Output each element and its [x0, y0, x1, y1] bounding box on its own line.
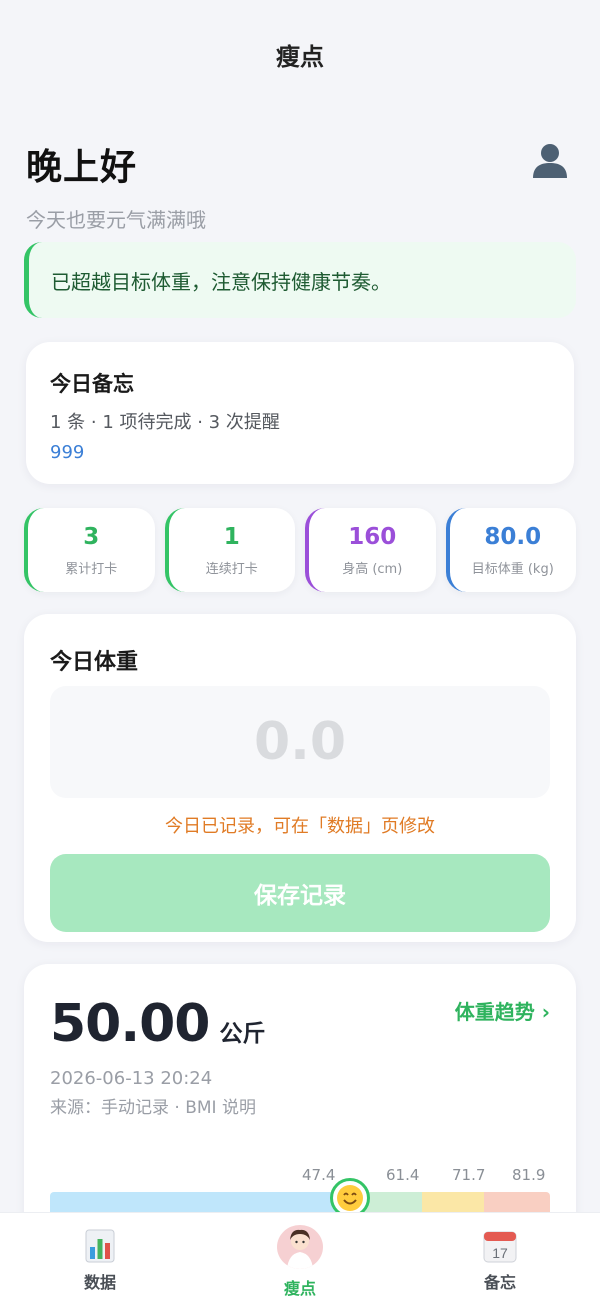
bmi-tick: 71.7	[452, 1166, 486, 1184]
stat-value: 1	[223, 523, 240, 550]
stat-label: 目标体重 (kg)	[471, 561, 554, 577]
goal-alert-banner: 已超越目标体重，注意保持健康节奏。	[24, 242, 576, 318]
bottom-tab-bar: 数据 瘦点 17 备忘	[0, 1212, 600, 1299]
tab-label: 数据	[83, 1273, 116, 1292]
tab-memo[interactable]: 17 备忘	[400, 1213, 600, 1299]
stat-value: 3	[83, 523, 100, 550]
latest-source: 来源：手动记录 · BMI 说明	[50, 1098, 256, 1118]
stat-label: 身高 (cm)	[342, 561, 403, 577]
greeting-title: 晚上好	[26, 147, 138, 188]
tab-home[interactable]: 瘦点	[200, 1213, 400, 1299]
nav-bar: 瘦点	[0, 0, 600, 108]
weight-trend-link[interactable]: 体重趋势 ›	[455, 996, 550, 1025]
mascot-icon	[277, 1225, 323, 1269]
bar-chart-icon	[85, 1229, 115, 1263]
calendar-icon: 17	[483, 1231, 517, 1263]
stat-streak: 1 连续打卡	[164, 508, 295, 592]
bmi-tick-labels: 47.4 61.4 71.7 81.9	[50, 1166, 550, 1186]
bmi-tick: 81.9	[512, 1166, 546, 1184]
stat-label: 连续打卡	[205, 561, 258, 577]
weight-hint: 今日已记录，可在「数据」页修改	[165, 816, 435, 837]
bmi-tick: 61.4	[386, 1166, 420, 1184]
greeting-subtitle: 今天也要元气满满哦	[26, 208, 206, 232]
weight-card-title: 今日体重	[50, 650, 139, 675]
stat-total-checkins: 3 累计打卡	[24, 508, 155, 592]
today-weight-card: 今日体重 0.0 今日已记录，可在「数据」页修改 保存记录	[24, 614, 576, 942]
greeting: 晚上好 今天也要元气满满哦	[26, 138, 574, 232]
bmi-tick: 47.4	[302, 1166, 336, 1184]
stat-value: 80.0	[484, 523, 542, 550]
user-icon	[533, 144, 567, 178]
smile-face-icon	[337, 1185, 363, 1211]
stats-row: 3 累计打卡 1 连续打卡 160 身高 (cm) 80.0 目标体重 (kg)	[24, 508, 576, 592]
latest-weight-value: 50.00	[50, 994, 210, 1054]
tab-label: 瘦点	[283, 1279, 316, 1298]
latest-timestamp: 2026-06-13 20:24	[50, 1068, 213, 1089]
tab-label: 备忘	[483, 1273, 516, 1292]
profile-avatar-button[interactable]	[530, 140, 570, 180]
latest-weight-unit: 公斤	[219, 1021, 266, 1047]
today-memo-card[interactable]: 今日备忘 1 条 · 1 项待完成 · 3 次提醒 999	[26, 342, 574, 484]
memo-summary: 1 条 · 1 项待完成 · 3 次提醒	[50, 412, 280, 433]
save-record-button[interactable]: 保存记录	[50, 854, 550, 932]
page-title: 瘦点	[276, 42, 324, 71]
latest-weight-row: 50.00 公斤 体重趋势 ›	[50, 994, 550, 1054]
stat-label: 累计打卡	[65, 561, 118, 577]
stat-target-weight: 80.0 目标体重 (kg)	[445, 508, 576, 592]
memo-title: 今日备忘	[50, 372, 134, 396]
alert-text: 已超越目标体重，注意保持健康节奏。	[51, 269, 391, 294]
tab-data[interactable]: 数据	[0, 1213, 200, 1299]
calendar-day: 17	[492, 1245, 508, 1261]
memo-link[interactable]: 999	[50, 442, 550, 463]
weight-input[interactable]: 0.0	[50, 686, 550, 798]
stat-height: 160 身高 (cm)	[305, 508, 436, 592]
stat-value: 160	[348, 523, 397, 550]
